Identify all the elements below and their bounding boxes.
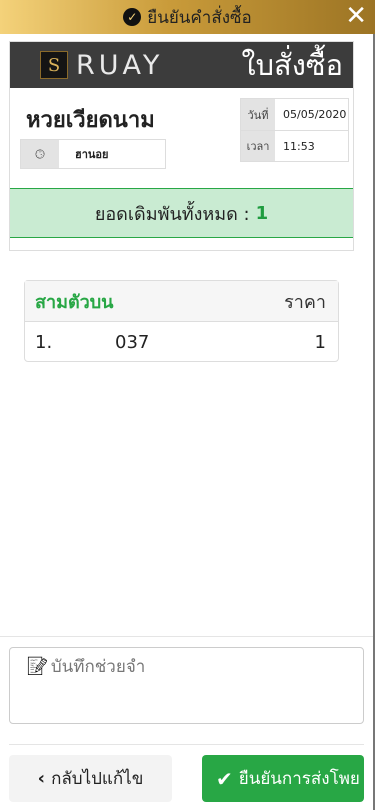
divider <box>9 744 364 745</box>
price-header: ราคา <box>284 291 326 313</box>
time-label: เวลา <box>241 131 275 161</box>
order-title: ใบสั่งซื้อ <box>241 48 343 82</box>
chevron-left-icon: ‹ <box>37 768 46 789</box>
confirm-button-label: ยืนยันการส่งโพย <box>238 769 360 789</box>
bet-number: 037 <box>115 331 150 353</box>
time-value: 11:53 <box>283 139 315 153</box>
date-row: วันที่ 05/05/2020 <box>241 99 348 130</box>
memo-textarea[interactable]: 📝︎ บันทึกช่วยจำ <box>9 647 364 724</box>
check-circle-icon: ✓ <box>123 8 142 26</box>
confirm-order-modal: ✓ ยืนยันคำสั่งซื้อ ✕ S RUAY ใบสั่งซื้อ ห… <box>0 0 375 810</box>
order-receipt: S RUAY ใบสั่งซื้อ หวยเวียดนาม 🕓︎ ฮานอย ว… <box>9 41 354 251</box>
check-icon: ✔ <box>216 766 233 791</box>
brand-bar: S RUAY ใบสั่งซื้อ <box>10 42 353 88</box>
bet-index: 1. <box>35 331 53 353</box>
bet-row: 1. 037 1 <box>25 322 338 362</box>
modal-header: ✓ ยืนยันคำสั่งซื้อ ✕ <box>0 0 375 34</box>
time-row: เวลา 11:53 <box>241 130 348 161</box>
lotto-name: หวยเวียดนาม <box>26 108 155 133</box>
round-name: ฮานอย <box>75 148 109 161</box>
date-time-table: วันที่ 05/05/2020 เวลา 11:53 <box>240 98 349 162</box>
memo-placeholder: บันทึกช่วยจำ <box>50 657 146 677</box>
order-info: หวยเวียดนาม 🕓︎ ฮานอย วันที่ 05/05/2020 เ… <box>10 88 353 176</box>
bet-price: 1 <box>314 331 326 353</box>
divider <box>0 636 373 637</box>
back-button-label: กลับไปแก้ไข <box>51 769 144 789</box>
memo-icon: 📝︎ <box>26 656 49 677</box>
bet-list-header: สามตัวบน ราคา <box>25 281 338 322</box>
total-bet: ยอดเดิมพันทั้งหมด : 1 <box>10 188 353 238</box>
ruay-logo: S RUAY <box>40 50 163 81</box>
back-to-edit-button[interactable]: ‹ กลับไปแก้ไข <box>9 755 172 802</box>
round-field: 🕓︎ ฮานอย <box>20 139 166 169</box>
modal-title-text: ยืนยันคำสั่งซื้อ <box>147 7 252 28</box>
bet-list: สามตัวบน ราคา 1. 037 1 <box>24 280 339 362</box>
total-label: ยอดเดิมพันทั้งหมด : <box>94 203 250 225</box>
date-label: วันที่ <box>241 99 275 130</box>
close-icon[interactable]: ✕ <box>345 3 367 29</box>
clock-icon: 🕓︎ <box>21 140 59 168</box>
total-value: 1 <box>255 202 269 224</box>
bet-type-label: สามตัวบน <box>35 291 114 313</box>
brand-name: RUAY <box>76 49 164 81</box>
confirm-submit-button[interactable]: ✔ ยืนยันการส่งโพย <box>202 755 364 802</box>
logo-icon: S <box>40 51 68 79</box>
date-value: 05/05/2020 <box>283 108 347 121</box>
modal-title: ✓ ยืนยันคำสั่งซื้อ <box>123 4 252 31</box>
